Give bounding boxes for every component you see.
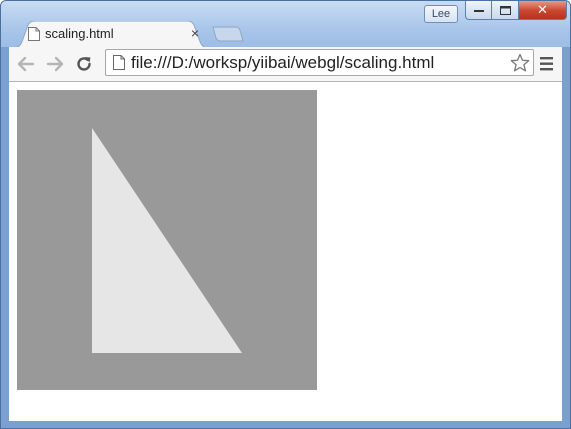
hamburger-menu-icon[interactable]: [539, 54, 555, 74]
page-content: [9, 82, 562, 421]
page-icon: [28, 27, 40, 41]
maximize-button[interactable]: [492, 1, 519, 20]
close-window-button[interactable]: ✕: [519, 1, 567, 20]
window-controls: ✕: [465, 1, 567, 21]
maximize-icon: [499, 5, 511, 15]
tab-scaling[interactable]: scaling.html ×: [13, 21, 209, 48]
back-button[interactable]: [14, 52, 38, 76]
browser-toolbar: file:///D:/worksp/yiibai/webgl/scaling.h…: [9, 47, 562, 82]
page-icon: [113, 55, 125, 70]
browser-window: Lee ✕ scaling.html × file:///D:/worksp/y…: [0, 0, 571, 429]
back-arrow-icon: [17, 56, 35, 72]
reload-button[interactable]: [72, 52, 96, 76]
url-text[interactable]: file:///D:/worksp/yiibai/webgl/scaling.h…: [131, 53, 434, 73]
minimize-button[interactable]: [465, 1, 492, 20]
title-bar: Lee ✕ scaling.html ×: [1, 1, 570, 48]
forward-arrow-icon: [46, 56, 64, 72]
close-icon: ✕: [537, 2, 548, 17]
tab-title: scaling.html: [45, 26, 114, 41]
star-icon[interactable]: [510, 53, 530, 73]
forward-button[interactable]: [43, 52, 67, 76]
minimize-icon: [473, 10, 484, 12]
address-bar[interactable]: file:///D:/worksp/yiibai/webgl/scaling.h…: [105, 49, 534, 76]
profile-name: Lee: [431, 8, 451, 20]
tab-close-button[interactable]: ×: [188, 24, 202, 42]
new-tab-button[interactable]: [212, 26, 244, 43]
reload-icon: [77, 57, 91, 71]
webgl-canvas[interactable]: [17, 90, 317, 390]
profile-button[interactable]: Lee: [424, 5, 458, 23]
